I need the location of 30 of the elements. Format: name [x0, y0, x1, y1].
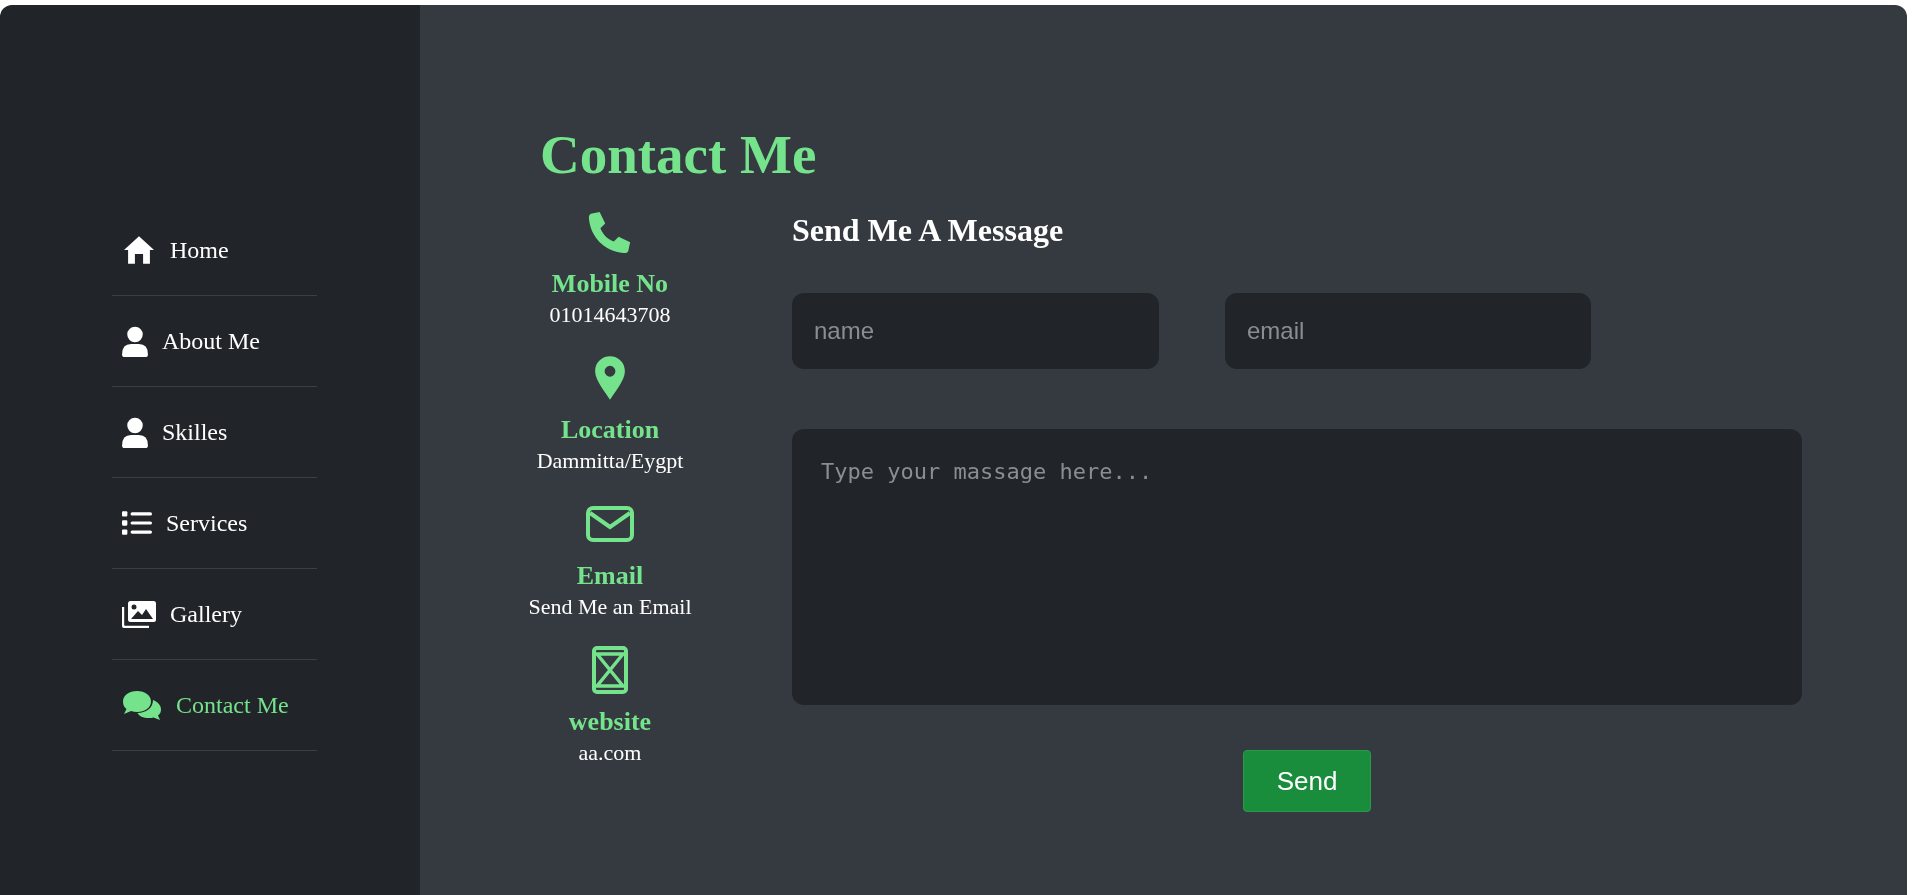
person-icon	[122, 325, 148, 357]
info-label: Mobile No	[551, 268, 669, 300]
name-field[interactable]: name	[792, 293, 1159, 369]
nav-item[interactable]: Gallery	[112, 569, 317, 660]
info-label: Location	[560, 414, 660, 446]
nav-item[interactable]: Home	[112, 205, 317, 296]
info-value: Send Me an Email	[528, 592, 692, 620]
page-title: Contact Me	[540, 127, 817, 182]
chat-icon	[122, 690, 162, 720]
email-field[interactable]: email	[1225, 293, 1591, 369]
images-icon	[122, 600, 156, 628]
nav-item[interactable]: Contact Me	[112, 660, 317, 751]
person-icon	[122, 416, 148, 448]
list-icon	[122, 511, 152, 535]
info-value: aa.com	[578, 738, 642, 766]
phone-icon	[587, 209, 633, 255]
info-value: 01014643708	[549, 300, 671, 328]
home-icon	[122, 235, 156, 265]
envelope-icon	[586, 506, 634, 542]
nav-item[interactable]: Skilles	[112, 387, 317, 478]
frame-icon	[592, 646, 628, 694]
send-button[interactable]: Send	[1243, 750, 1371, 812]
info-label: website	[568, 706, 652, 738]
message-field[interactable]: Type your massage here...	[792, 429, 1802, 705]
info-value: Dammitta/Eygpt	[536, 446, 684, 474]
nav-item[interactable]: About Me	[112, 296, 317, 387]
location-pin-icon	[592, 355, 628, 401]
form-heading: Send Me A Message	[792, 214, 1064, 246]
info-label: Email	[576, 560, 644, 592]
nav-item[interactable]: Services	[112, 478, 317, 569]
